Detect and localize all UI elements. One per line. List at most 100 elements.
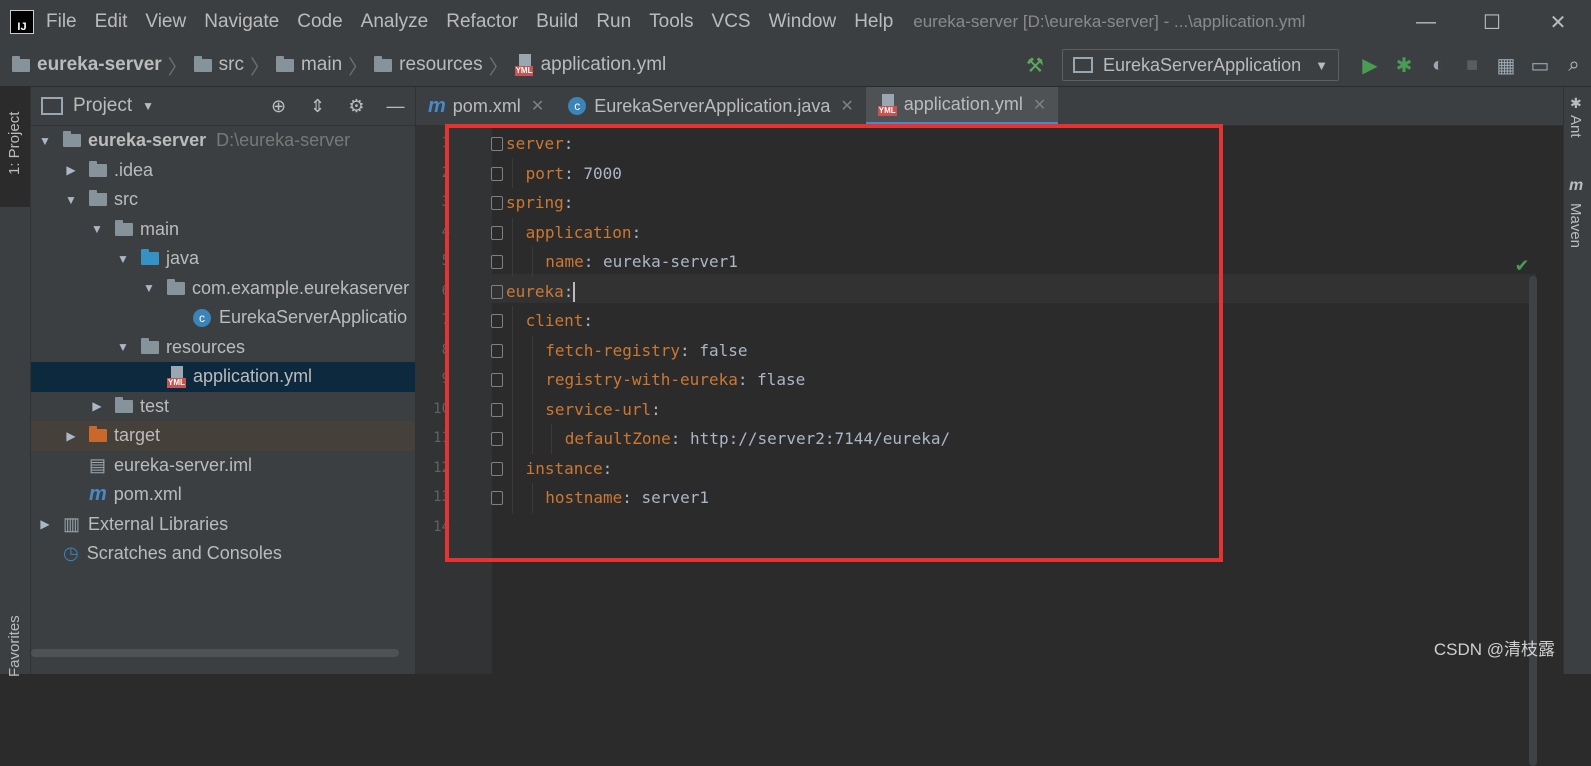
breadcrumb-eureka-server[interactable]: eureka-server 〉 <box>12 51 194 80</box>
tree-item-label: External Libraries <box>88 513 229 534</box>
tab-eureka-server-application[interactable]: c EurekaServerApplication.java ✕ <box>556 87 866 125</box>
breadcrumb-src[interactable]: src 〉 <box>193 51 276 80</box>
menu-analyze[interactable]: Analyze <box>361 11 429 33</box>
tree-item[interactable]: ▶ .idea <box>31 156 415 186</box>
close-icon[interactable]: ✕ <box>1033 95 1046 115</box>
gear-icon[interactable]: ⚙ <box>337 96 376 117</box>
vertical-scrollbar[interactable] <box>1529 276 1537 766</box>
collapse-arrow-icon[interactable]: ▶ <box>63 163 79 177</box>
scratches-icon: ◷ <box>63 543 79 564</box>
package-icon <box>167 278 185 295</box>
collapse-arrow-icon[interactable]: ▶ <box>63 429 79 443</box>
iml-file-icon: ▤ <box>89 454 107 475</box>
breadcrumb: eureka-server〉 src〉 main〉 resources〉 app… <box>12 51 666 80</box>
project-view-selector[interactable]: Project <box>73 95 132 117</box>
tree-item[interactable]: ▼ java <box>31 244 415 274</box>
run-icon[interactable]: ▶ <box>1353 53 1387 78</box>
breadcrumb-main[interactable]: main 〉 <box>275 51 374 80</box>
ant-tool-tab[interactable]: Ant <box>1567 115 1584 138</box>
folder-icon <box>115 396 133 413</box>
maven-icon: m <box>428 94 446 117</box>
expand-arrow-icon[interactable]: ▼ <box>115 340 131 354</box>
folder-icon <box>89 160 107 177</box>
menu-build[interactable]: Build <box>536 11 578 33</box>
close-icon[interactable]: ✕ <box>840 96 853 116</box>
hide-icon[interactable]: — <box>376 96 415 117</box>
menu-help[interactable]: Help <box>854 11 893 33</box>
tab-pom-xml[interactable]: m pom.xml ✕ <box>416 87 556 125</box>
horizontal-scrollbar[interactable] <box>31 649 399 657</box>
expand-arrow-icon[interactable]: ▼ <box>89 222 105 236</box>
project-tree: ▼ eureka-server D:\eureka-server ▶ .idea ▼ src… <box>31 126 415 569</box>
expand-arrow-icon[interactable]: ▼ <box>141 281 157 295</box>
tab-application-yml[interactable]: application.yml ✕ <box>865 87 1059 125</box>
menu-bar: IJ File Edit View Navigate Code Analyze Refact… <box>0 0 1591 44</box>
run-configuration-select[interactable]: EurekaServerApplication ▼ <box>1062 49 1339 81</box>
no-problems-check-icon: ✔ <box>1515 252 1528 276</box>
menu-tools[interactable]: Tools <box>649 11 693 33</box>
collapse-arrow-icon[interactable]: ▶ <box>89 399 105 413</box>
expand-arrow-icon[interactable]: ▼ <box>37 134 53 148</box>
menu-vcs[interactable]: VCS <box>712 11 751 33</box>
favorites-tool-tab[interactable]: Favorites <box>6 615 23 677</box>
debug-bug-icon[interactable]: ✱ <box>1387 53 1421 78</box>
menu-code[interactable]: Code <box>297 11 342 33</box>
stop-icon[interactable]: ■ <box>1455 54 1489 77</box>
tree-item[interactable]: ▶ ▥ External Libraries <box>31 510 415 540</box>
search-icon[interactable]: ⌕ <box>1557 54 1591 77</box>
coverage-icon[interactable]: ◐ <box>1421 54 1455 77</box>
tree-item-label: src <box>114 189 138 210</box>
folder-icon <box>275 55 294 72</box>
tree-item-label: main <box>140 218 180 239</box>
menu-refactor[interactable]: Refactor <box>446 11 518 33</box>
yml-file-icon <box>514 54 535 76</box>
ant-icon: ✱ <box>1570 95 1582 111</box>
minimize-icon[interactable]: — <box>1393 0 1459 44</box>
class-icon: c <box>193 308 211 327</box>
tree-item[interactable]: ▼ src <box>31 185 415 215</box>
right-tool-stripe: ✱ Ant m Maven <box>1563 87 1591 674</box>
breadcrumb-resources[interactable]: resources 〉 <box>374 51 514 80</box>
expand-arrow-icon[interactable]: ▼ <box>63 193 79 207</box>
folder-icon <box>115 219 133 236</box>
yml-file-icon <box>877 93 898 116</box>
tree-item[interactable]: ▶ test <box>31 392 415 422</box>
tree-item-label: com.example.eurekaserver <box>192 277 410 298</box>
resources-folder-icon <box>141 337 159 354</box>
close-icon[interactable]: ✕ <box>531 96 544 116</box>
collapse-all-icon[interactable]: ⇕ <box>298 96 337 117</box>
tree-item[interactable]: ▼ main <box>31 215 415 245</box>
tree-item[interactable]: ▶ target <box>31 421 415 451</box>
terminal-icon[interactable]: ▭ <box>1523 53 1557 78</box>
tree-item[interactable]: c EurekaServerApplicatio <box>31 303 415 333</box>
tree-item[interactable]: ▼ com.example.eurekaserver <box>31 274 415 304</box>
menu-window[interactable]: Window <box>769 11 837 33</box>
resources-folder-icon <box>374 55 393 72</box>
close-icon[interactable]: ✕ <box>1525 0 1591 44</box>
tree-item-label: java <box>166 248 200 269</box>
menu-file[interactable]: File <box>46 11 77 33</box>
tree-item[interactable]: ▼ resources <box>31 333 415 363</box>
menu-edit[interactable]: Edit <box>95 11 128 33</box>
tree-item[interactable]: ▼ eureka-server D:\eureka-server <box>31 126 415 156</box>
window-title: eureka-server [D:\eureka-server] - ...\a… <box>913 12 1306 31</box>
chevron-down-icon[interactable]: ▼ <box>142 99 154 113</box>
tree-item[interactable]: ◷ Scratches and Consoles <box>31 539 415 569</box>
build-hammer-icon[interactable]: ⚒ <box>1018 53 1052 78</box>
maven-tool-tab[interactable]: Maven <box>1567 203 1584 248</box>
locate-target-icon[interactable]: ⊕ <box>259 96 298 117</box>
menu-navigate[interactable]: Navigate <box>204 11 279 33</box>
app-config-icon <box>1073 57 1094 73</box>
tree-item[interactable]: application.yml <box>31 362 415 392</box>
expand-arrow-icon[interactable]: ▼ <box>115 252 131 266</box>
project-structure-icon[interactable]: ▦ <box>1489 53 1523 78</box>
menu-run[interactable]: Run <box>596 11 631 33</box>
breadcrumb-application-yml[interactable]: application.yml <box>514 54 666 76</box>
tree-item-label: Scratches and Consoles <box>86 543 282 564</box>
project-panel: Project ▼ ⊕ ⇕ ⚙ — ▼ eureka-server D:\eurek… <box>31 87 416 674</box>
tree-item[interactable]: m pom.xml <box>31 480 415 510</box>
maximize-icon[interactable]: ☐ <box>1459 0 1525 44</box>
tree-item[interactable]: ▤ eureka-server.iml <box>31 451 415 481</box>
collapse-arrow-icon[interactable]: ▶ <box>37 517 53 531</box>
menu-view[interactable]: View <box>145 11 186 33</box>
